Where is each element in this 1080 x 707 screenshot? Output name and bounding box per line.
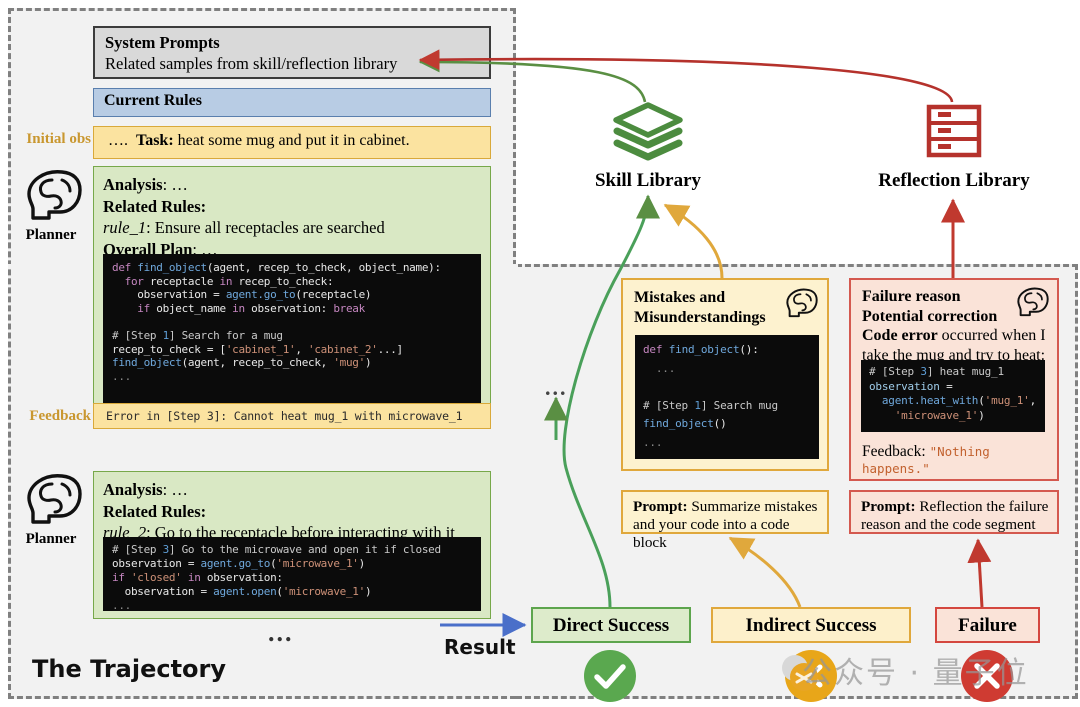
analysis-label-2: Analysis <box>103 480 163 499</box>
prompt-summarize-label: Prompt: <box>633 498 688 515</box>
reflection-library: Reflection Library <box>854 100 1054 192</box>
related-rules-label-1: Related Rules: <box>103 196 207 216</box>
planner-2-analysis-box: Analysis: … Related Rules: rule_2: Go to… <box>93 471 491 619</box>
prompt-reflect-line1: Reflection the failure <box>915 498 1049 515</box>
skill-library-label: Skill Library <box>594 170 702 191</box>
diagram-root: System Prompts Related samples from skil… <box>0 0 1080 707</box>
system-prompts-title: System Prompts <box>105 33 220 52</box>
feedback-box: Error in [Step 3]: Cannot heat mug_1 wit… <box>93 403 491 429</box>
system-prompts-box: System Prompts Related samples from skil… <box>93 26 491 79</box>
planner-2-label: Planner <box>25 531 77 547</box>
trajectory-title: The Trajectory <box>32 655 227 683</box>
prompt-reflect-label: Prompt: <box>861 498 916 515</box>
prompt-reflect-line2: reason and the code segment <box>861 516 1036 533</box>
initial-obs-label: Initial obs <box>26 131 91 147</box>
feedback-label: Feedback <box>29 408 91 424</box>
check-circle-icon <box>584 650 636 702</box>
rule-text-1: : Ensure all receptacles are searched <box>146 218 385 237</box>
head-brain-icon <box>786 288 818 318</box>
watermark-text: 公众号 · 量子位 <box>802 656 1029 691</box>
analysis-line-1: Analysis: … <box>103 174 481 196</box>
task-box: …. Task: heat some mug and put it in cab… <box>93 126 491 159</box>
reflection-library-label: Reflection Library <box>878 170 1030 191</box>
mid-ellipsis: ... <box>545 375 568 400</box>
prompt-summarize-line1: Summarize mistakes <box>687 498 818 515</box>
mistakes-card: Mistakes and Misunderstandings def find_… <box>621 278 829 471</box>
failure-feedback-line: Feedback: "Nothing happens." <box>862 443 1052 477</box>
planner-2-code-block: # [Step 3] Go to the microwave and open … <box>103 537 481 611</box>
related-rules-line-2: Related Rules: <box>103 501 481 523</box>
planner-1-label: Planner <box>25 227 77 243</box>
analysis-value-1: : … <box>162 175 188 194</box>
failure-desc-bold: Code error <box>862 327 938 344</box>
task-prefix: …. <box>108 132 128 149</box>
rule-name-1: rule_1 <box>103 218 147 237</box>
mistakes-code-block: def find_object(): ... # [Step 1] Search… <box>635 335 819 459</box>
failure-desc-1: Code error occurred when I <box>862 326 1048 346</box>
analysis-label-1: Analysis <box>103 175 163 194</box>
database-icon <box>926 104 982 158</box>
planner-1-analysis-box: Analysis: … Related Rules: rule_1: Ensur… <box>93 166 491 416</box>
system-prompts-subtitle: Related samples from skill/reflection li… <box>105 54 398 73</box>
planner-2: Planner <box>12 472 90 548</box>
failure-card: Failure reason Potential correction Code… <box>849 278 1059 481</box>
failure-box: Failure <box>935 607 1040 643</box>
prompt-summarize-box: Prompt: Summarize mistakes and your code… <box>621 490 829 551</box>
failure-desc-rest: occurred when I <box>937 327 1046 344</box>
analysis-line-2: Analysis: … <box>103 479 481 501</box>
layers-icon <box>613 102 683 161</box>
analysis-value-2: : … <box>162 480 188 499</box>
prompt-reflect-box: Prompt: Reflection the failure reason an… <box>849 490 1059 534</box>
planner-1: Planner <box>12 168 90 244</box>
failure-feedback-label: Feedback: <box>862 443 926 460</box>
trajectory-ellipsis: ... <box>268 618 294 647</box>
head-brain-icon <box>1017 287 1049 317</box>
indirect-success-box: Indirect Success <box>711 607 911 643</box>
head-brain-icon <box>27 474 82 524</box>
related-rules-line-1: Related Rules: <box>103 196 481 218</box>
planner-1-code-block: def find_object(agent, recep_to_check, o… <box>103 254 481 406</box>
trajectory-panel-right-edge <box>513 8 516 266</box>
direct-success-box: Direct Success <box>531 607 691 643</box>
failure-code-block: # [Step 3] heat mug_1 observation = agen… <box>861 360 1045 432</box>
result-label: Result <box>444 635 516 659</box>
task-text: heat some mug and put it in cabinet. <box>177 132 410 149</box>
related-rules-label-2: Related Rules: <box>103 501 207 521</box>
head-brain-icon <box>27 170 82 220</box>
task-label: Task: <box>136 132 174 149</box>
rule-line-1: rule_1: Ensure all receptacles are searc… <box>103 217 481 239</box>
skill-library: Skill Library <box>548 100 748 192</box>
current-rules-box: Current Rules <box>93 88 491 117</box>
